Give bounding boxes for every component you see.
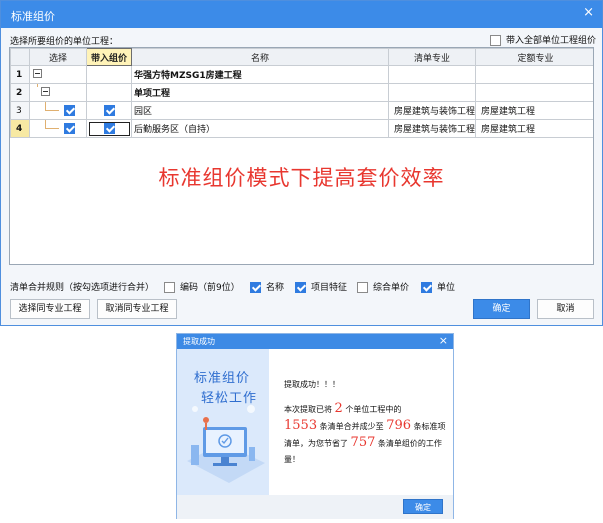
bring-cell [86,119,132,138]
select-units-prompt: 选择所要组价的单位工程： [10,37,119,47]
unit-price-checkbox[interactable] [357,282,368,293]
cancel-button[interactable]: 取消 [537,299,594,319]
bring-all-label: 带入全部单位工程组价 [506,36,597,46]
quota-profession [475,83,593,102]
popup-footer: 确定 [177,495,453,519]
result-text-3: 条清单合并成少至 [319,422,384,431]
unit-project-grid: 选择 带入组价 名称 清单专业 定额专业 1 华强方特MZSG1房建工程 2 单… [9,47,594,265]
bring-all-option[interactable]: 带入全部单位工程组价 [490,33,596,46]
grid-header-row: 选择 带入组价 名称 清单专业 定额专业 [10,48,593,66]
quota-profession [475,65,593,84]
result-paragraph: 本次提取已将 2 个单位工程中的 1553 条清单合并成少至 796 条标准项清… [284,401,449,468]
name-label: 名称 [266,283,285,293]
select-checkbox[interactable] [64,123,75,134]
row-index: 4 [10,119,30,138]
merge-rules: 清单合并规则（按勾选项进行合并） 编码（前9位） 名称 项目特征 综合单价 单位 [10,280,455,293]
bring-cell [86,65,132,84]
table-row[interactable]: 1 华强方特MZSG1房建工程 [10,65,593,84]
header-quota-profession[interactable]: 定额专业 [475,48,593,66]
result-text-2: 个单位工程中的 [345,405,402,414]
merged-list-count: 796 [386,418,412,433]
table-row[interactable]: 3 园区 房屋建筑与装饰工程 房屋建筑工程 [10,101,593,120]
original-list-count: 1553 [284,418,318,433]
list-profession: 房屋建筑与装饰工程 [388,119,476,138]
select-checkbox[interactable] [64,105,75,116]
row-index: 1 [10,65,30,84]
quota-profession: 房屋建筑工程 [475,119,593,138]
header-index [10,48,30,66]
features-checkbox[interactable] [295,282,306,293]
select-cell [29,101,87,120]
result-text-1: 本次提取已将 [284,405,332,414]
dialog-title: 标准组价 [11,10,55,23]
project-name: 单项工程 [131,83,389,102]
quota-profession: 房屋建筑工程 [475,101,593,120]
features-label: 项目特征 [311,283,348,293]
merge-option-code[interactable]: 编码（前9位） [164,280,240,293]
popup-title: 提取成功 [183,337,215,346]
promo-illustration: 标准组价 轻松工作 [177,349,269,495]
grid-table: 选择 带入组价 名称 清单专业 定额专业 1 华强方特MZSG1房建工程 2 单… [10,48,593,138]
unit-count: 2 [334,401,343,416]
code-label: 编码（前9位） [180,283,240,293]
popup-title-bar: 提取成功 × [177,334,453,349]
popup-ok-button[interactable]: 确定 [403,499,443,514]
efficiency-slogan: 标准组价模式下提高套价效率 [158,166,445,190]
table-row[interactable]: 4 后勤服务区（自持） 房屋建筑与装饰工程 房屋建筑工程 [10,119,593,138]
code-checkbox[interactable] [164,282,175,293]
project-name: 后勤服务区（自持） [131,119,389,138]
name-checkbox[interactable] [250,282,261,293]
merge-option-unit[interactable]: 单位 [421,280,455,293]
standard-pricing-dialog: 标准组价 × 选择所要组价的单位工程： 带入全部单位工程组价 选择 带入组价 名… [0,0,603,326]
computer-illustration-icon [187,405,265,483]
bring-all-checkbox[interactable] [490,35,501,46]
saved-count: 757 [350,435,376,450]
header-select[interactable]: 选择 [29,48,87,66]
project-name: 园区 [131,101,389,120]
close-icon[interactable]: × [583,6,594,20]
success-line: 提取成功！！！ [284,380,340,389]
merge-rules-label: 清单合并规则（按勾选项进行合并） [10,283,155,293]
ok-button[interactable]: 确定 [473,299,530,319]
merge-option-features[interactable]: 项目特征 [295,280,347,293]
header-list-profession[interactable]: 清单专业 [388,48,476,66]
collapse-icon[interactable] [41,87,50,96]
bring-checkbox[interactable] [103,105,115,116]
close-icon[interactable]: × [439,334,448,347]
unit-label: 单位 [437,283,456,293]
tree-cell [29,65,87,84]
unit-price-label: 综合单价 [373,283,410,293]
unit-checkbox[interactable] [421,282,432,293]
project-name: 华强方特MZSG1房建工程 [131,65,389,84]
cancel-same-profession-button[interactable]: 取消同专业工程 [97,299,177,319]
list-profession: 房屋建筑与装饰工程 [388,101,476,120]
table-row[interactable]: 2 单项工程 [10,83,593,102]
row-index: 3 [10,101,30,120]
extract-success-popup: 提取成功 × 标准组价 轻松工作 提取成功！！！ 本次提取已将 2 个单位工程中… [176,333,454,519]
dialog-title-bar: 标准组价 × [1,1,602,28]
select-cell [29,119,87,138]
header-name[interactable]: 名称 [131,48,389,66]
tree-cell [29,83,87,102]
header-bring-price[interactable]: 带入组价 [86,48,132,66]
bring-checkbox[interactable] [103,123,115,134]
select-same-profession-button[interactable]: 选择同专业工程 [10,299,90,319]
merge-option-unit-price[interactable]: 综合单价 [357,280,409,293]
row-index: 2 [10,83,30,102]
extract-result-message: 提取成功！！！ 本次提取已将 2 个单位工程中的 1553 条清单合并成少至 7… [284,377,449,468]
merge-option-name[interactable]: 名称 [250,280,284,293]
list-profession [388,65,476,84]
bring-cell [86,101,132,120]
bring-cell [86,83,132,102]
list-profession [388,83,476,102]
collapse-icon[interactable] [33,69,42,78]
